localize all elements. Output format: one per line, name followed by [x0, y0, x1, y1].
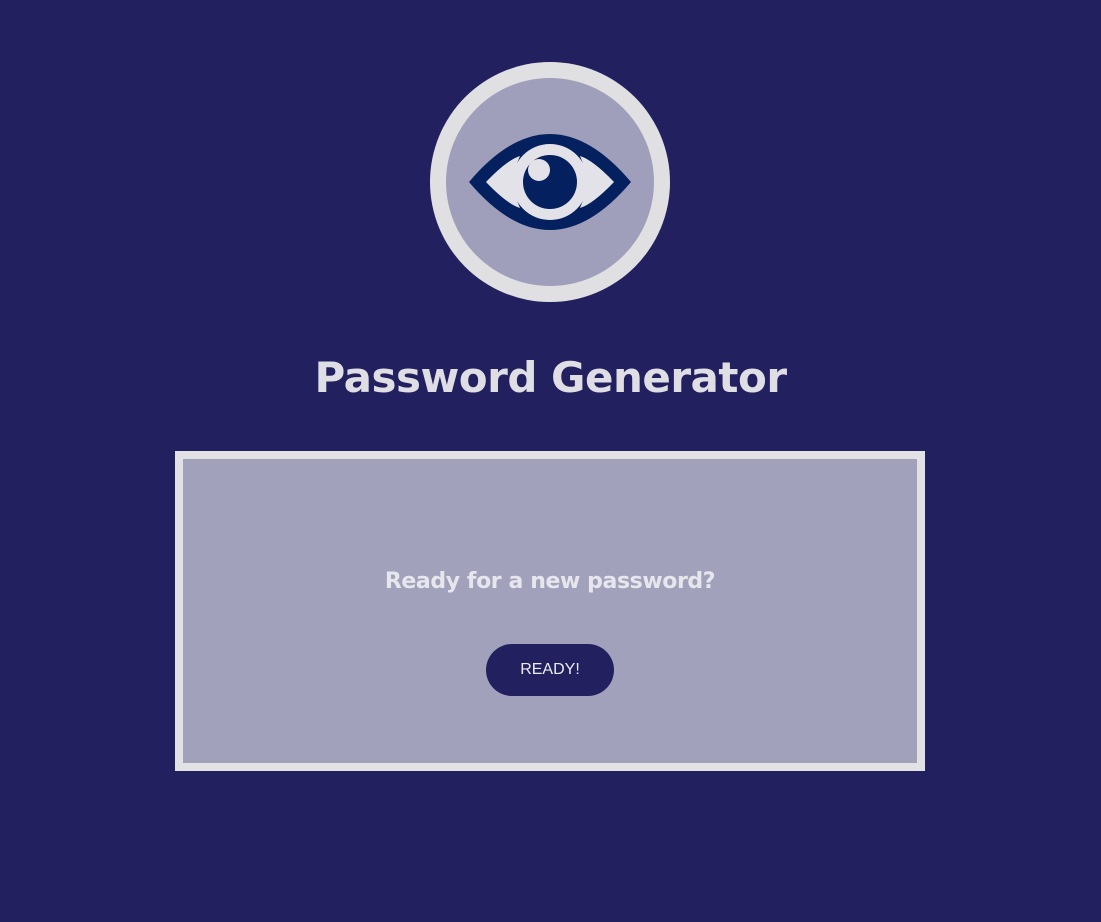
ready-button[interactable]: READY! — [486, 644, 614, 696]
ready-prompt: Ready for a new password? — [384, 569, 716, 594]
eye-icon — [469, 134, 631, 230]
generator-panel: Ready for a new password? READY! — [175, 451, 925, 771]
logo — [430, 62, 670, 302]
logo-badge — [446, 78, 654, 286]
page-title: Password Generator — [314, 353, 787, 402]
